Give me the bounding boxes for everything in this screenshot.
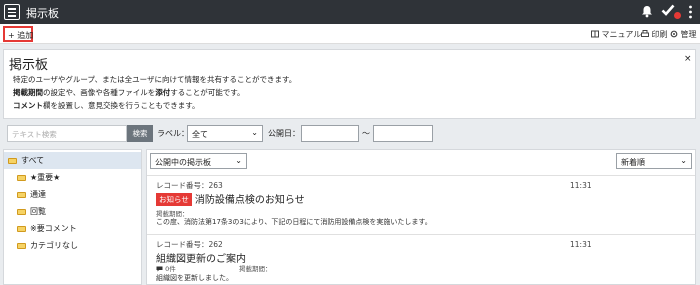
sort-select[interactable]: 新着順 ⌄	[616, 153, 692, 169]
label-filter-label: ラベル：	[157, 129, 189, 138]
comment-icon	[156, 266, 163, 272]
chevron-down-icon: ⌄	[680, 156, 687, 165]
folder-icon	[17, 242, 26, 249]
manual-label: マニュアル	[601, 30, 642, 39]
category-none[interactable]: カテゴリなし	[4, 237, 141, 254]
gear-icon	[670, 30, 678, 38]
status-filter-value: 公開中の掲示板	[155, 158, 211, 167]
category-label: ★重要★	[30, 173, 61, 182]
admin-label: 管理	[680, 30, 697, 39]
post-body: この度、消防法第17条3の3により、下記の日程にて消防用設備点検を実施いたします…	[156, 218, 432, 226]
record-number: レコード番号：263	[156, 181, 223, 190]
chevron-down-icon: ⌄	[235, 156, 242, 165]
date-to-input[interactable]	[373, 125, 433, 142]
intro-text: することが可能です。	[170, 88, 245, 97]
post-list: 公開中の掲示板 ⌄ 新着順 ⌄ レコード番号：263 11:31 お知らせ 消防設…	[146, 149, 696, 285]
post-body: 組織図を更新しました。	[156, 274, 233, 282]
intro-line-3: コメント欄を設置し、意見交換を行うこともできます。	[13, 100, 199, 111]
admin-link[interactable]: 管理	[670, 29, 697, 40]
more-vertical-icon[interactable]	[688, 5, 693, 19]
intro-panel: 掲示板 × 特定のユーザやグループ、または全ユーザに向けて情報を共有することがで…	[3, 49, 696, 119]
print-link[interactable]: 印刷	[641, 29, 668, 40]
category-label: カテゴリなし	[30, 241, 78, 250]
date-label: 公開日：	[268, 129, 300, 138]
status-filter-select[interactable]: 公開中の掲示板 ⌄	[150, 153, 247, 169]
label-select-value: 全て	[192, 130, 208, 139]
folder-icon	[17, 225, 26, 232]
search-input[interactable]: テキスト検索	[7, 125, 127, 142]
intro-bold-period: 掲載期間	[13, 88, 43, 97]
add-button[interactable]: + 追加	[3, 26, 33, 42]
toolbar: + 追加 マニュアル 印刷 管理	[0, 24, 700, 44]
category-all[interactable]: すべて	[4, 152, 141, 169]
post-title: 消防設備点検のお知らせ	[194, 195, 305, 206]
book-icon	[591, 30, 599, 38]
intro-line-1: 特定のユーザやグループ、または全ユーザに向けて情報を共有することができます。	[13, 75, 297, 84]
post-title-row: お知らせ 消防設備点検のお知らせ	[156, 191, 305, 206]
folder-icon	[17, 174, 26, 181]
sort-value: 新着順	[621, 158, 645, 167]
intro-text: 欄を設置し、意見交換を行うこともできます。	[43, 101, 200, 110]
category-notice[interactable]: 通達	[4, 186, 141, 203]
notification-badge	[674, 12, 681, 19]
intro-bold-comment: コメント	[13, 101, 43, 110]
close-icon[interactable]: ×	[684, 54, 692, 64]
category-circular[interactable]: 回覧	[4, 203, 141, 220]
folder-icon	[17, 191, 26, 198]
print-icon	[641, 30, 649, 37]
period-label: 掲載期間：	[239, 265, 272, 273]
post-time: 11:31	[570, 181, 592, 190]
record-number: レコード番号：262	[156, 240, 223, 249]
category-label: すべて	[21, 156, 45, 165]
notice-badge: お知らせ	[156, 193, 192, 206]
label-select[interactable]: 全て ⌄	[187, 125, 263, 142]
category-comment-required[interactable]: ※要コメント	[4, 220, 141, 237]
manual-link[interactable]: マニュアル	[591, 29, 641, 40]
category-label: 回覧	[30, 207, 46, 216]
date-separator: 〜	[362, 129, 370, 138]
check-icon[interactable]	[661, 3, 675, 17]
folder-icon	[17, 208, 26, 215]
top-bar: 掲示板	[0, 0, 700, 24]
comment-count-value: 0件	[165, 265, 176, 273]
print-label: 印刷	[651, 30, 668, 39]
intro-bold-attach: 添付	[155, 88, 171, 97]
intro-line-2: 掲載期間の設定や、画像や各種ファイルを添付することが可能です。	[13, 87, 245, 98]
category-label: 通達	[30, 190, 46, 199]
bell-icon[interactable]	[641, 5, 653, 18]
post-item[interactable]: レコード番号：262 11:31 組織図更新のご案内 0件 掲載期間： 組織図を…	[147, 234, 695, 284]
app-title: 掲示板	[26, 7, 59, 20]
date-from-input[interactable]	[301, 125, 359, 142]
folder-open-icon	[8, 157, 17, 164]
search-button[interactable]: 検索	[127, 125, 153, 142]
category-label: ※要コメント	[30, 224, 77, 233]
menu-icon[interactable]	[4, 4, 20, 20]
post-item[interactable]: レコード番号：263 11:31 お知らせ 消防設備点検のお知らせ 掲載期間： こ…	[147, 175, 695, 233]
comment-count: 0件	[156, 263, 176, 273]
post-time: 11:31	[570, 240, 592, 249]
chevron-down-icon: ⌄	[251, 128, 258, 137]
intro-text: の設定や、画像や各種ファイルを	[43, 88, 156, 97]
filter-bar: テキスト検索 検索 ラベル： 全て ⌄ 公開日： 〜	[3, 123, 696, 145]
category-important[interactable]: ★重要★	[4, 169, 141, 186]
category-panel: すべて ★重要★ 通達 回覧 ※要コメント カテゴリなし	[3, 149, 142, 285]
intro-title: 掲示板	[9, 58, 49, 73]
